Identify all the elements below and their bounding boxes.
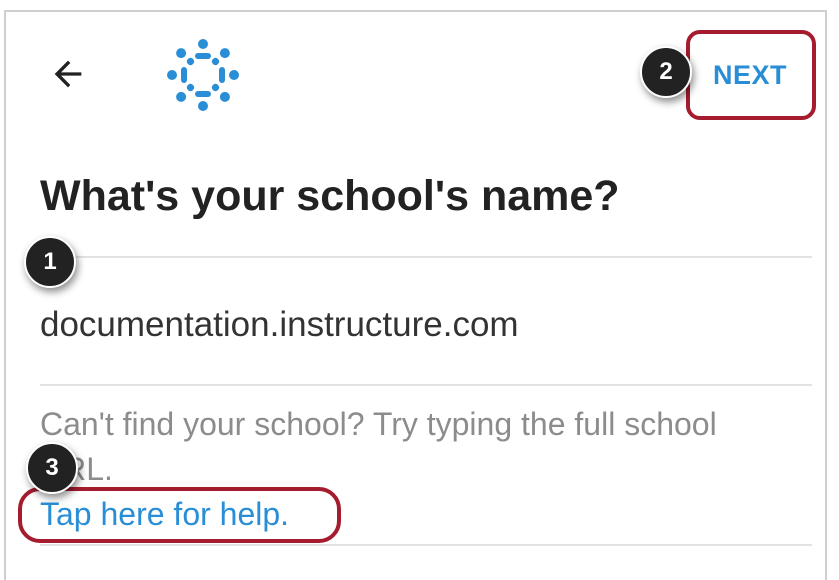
- divider: [40, 256, 812, 258]
- app-screen: [4, 10, 827, 580]
- callout-badge: 3: [26, 442, 78, 494]
- school-name-input[interactable]: [40, 300, 800, 350]
- help-link[interactable]: Tap here for help.: [40, 496, 289, 533]
- divider: [40, 544, 812, 546]
- arrow-left-icon: [54, 60, 82, 88]
- page-title: What's your school's name?: [40, 172, 620, 220]
- divider: [40, 384, 812, 386]
- hint-text: Can't find your school? Try typing the f…: [40, 406, 717, 487]
- callout-badge: 2: [640, 46, 692, 98]
- callout-badge: 1: [24, 236, 76, 288]
- canvas-logo-icon: [167, 39, 239, 111]
- back-button[interactable]: [44, 52, 92, 96]
- next-button[interactable]: NEXT: [700, 58, 800, 92]
